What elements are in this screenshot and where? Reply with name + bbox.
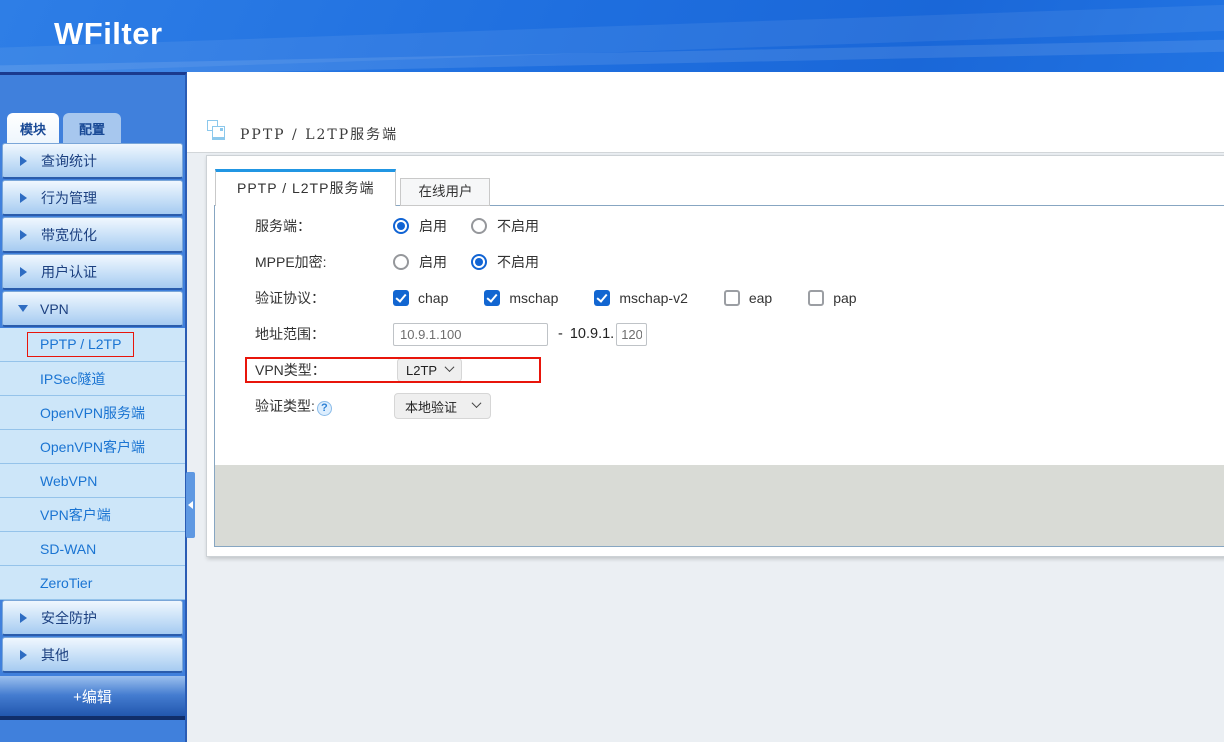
sidebar-menu: 查询统计 行为管理 带宽优化 用户认证 VPN PPTP / L2TP IPSe — [0, 143, 185, 720]
sidebar-collapse-handle[interactable] — [186, 472, 195, 538]
sidebar-subitem-vpn-client[interactable]: VPN客户端 — [0, 498, 185, 532]
chevron-right-icon — [20, 156, 27, 166]
sidebar-item-label: VPN — [40, 301, 69, 317]
address-range-row: 地址范围： - 10.9.1. — [215, 316, 1224, 352]
sidebar-subitem-zerotier[interactable]: ZeroTier — [0, 566, 185, 600]
settings-box: 服务端： 启用 不启用 MPPE加密: — [214, 205, 1224, 547]
vpn-type-label: VPN类型： — [215, 360, 393, 380]
pages-icon — [207, 120, 226, 141]
tab-online-users[interactable]: 在线用户 — [400, 178, 490, 206]
sidebar-item-label: 查询统计 — [41, 151, 97, 171]
sidebar-item-label: 其他 — [41, 645, 69, 665]
vpn-type-value: L2TP — [406, 363, 437, 378]
chevron-down-icon — [472, 398, 482, 408]
chevron-right-icon — [20, 193, 27, 203]
sidebar-tab-strip: 模块 配置 — [0, 75, 185, 143]
chap-checkbox[interactable] — [393, 290, 409, 306]
address-prefix: 10.9.1. — [570, 326, 614, 342]
server-label: 服务端： — [215, 216, 393, 236]
chevron-right-icon — [20, 230, 27, 240]
app-header: WFilter — [0, 0, 1224, 72]
auth-type-select[interactable]: 本地验证 — [394, 393, 491, 419]
sidebar-subitem-ipsec[interactable]: IPSec隧道 — [0, 362, 185, 396]
selected-highlight-box: PPTP / L2TP — [27, 332, 134, 357]
auth-type-value: 本地验证 — [405, 397, 457, 416]
tab-strip: PPTP / L2TP服务端 在线用户 — [215, 169, 490, 206]
auth-protocol-row: 验证协议： chap mschap mschap-v2 — [215, 280, 1224, 316]
address-end-input[interactable] — [616, 323, 647, 346]
tab-pptp-l2tp-server[interactable]: PPTP / L2TP服务端 — [215, 169, 396, 206]
mschap-checkbox[interactable] — [484, 290, 500, 306]
mschap-v2-checkbox[interactable] — [594, 290, 610, 306]
mschap-v2-label: mschap-v2 — [619, 290, 687, 306]
sidebar-subitem-webvpn[interactable]: WebVPN — [0, 464, 185, 498]
edit-menu-button[interactable]: +编辑 — [0, 676, 185, 720]
auth-protocol-label: 验证协议： — [215, 288, 393, 308]
chevron-right-icon — [20, 267, 27, 277]
pap-checkbox[interactable] — [808, 290, 824, 306]
sidebar-tab-config[interactable]: 配置 — [63, 113, 121, 143]
sidebar-item-bandwidth[interactable]: 带宽优化 — [2, 217, 183, 253]
mppe-enable-label: 启用 — [419, 252, 447, 272]
sidebar-item-label: 用户认证 — [41, 262, 97, 282]
help-icon[interactable]: ? — [317, 401, 332, 416]
sidebar-item-security[interactable]: 安全防护 — [2, 600, 183, 636]
server-row: 服务端： 启用 不启用 — [215, 208, 1224, 244]
chap-label: chap — [418, 290, 448, 306]
sidebar: 模块 配置 查询统计 行为管理 带宽优化 用户认证 VPN — [0, 72, 187, 742]
mschap-label: mschap — [509, 290, 558, 306]
content-panel: PPTP / L2TP服务端 在线用户 服务端： 启用 不启用 — [206, 155, 1224, 557]
mppe-disable-radio[interactable] — [471, 254, 487, 270]
sidebar-item-query-stats[interactable]: 查询统计 — [2, 143, 183, 179]
server-disable-label: 不启用 — [497, 216, 539, 236]
sidebar-item-label: 行为管理 — [41, 188, 97, 208]
settings-form: 服务端： 启用 不启用 MPPE加密: — [215, 208, 1224, 424]
vpn-type-select[interactable]: L2TP — [397, 358, 462, 382]
mppe-disable-label: 不启用 — [497, 252, 539, 272]
sidebar-subitem-openvpn-client[interactable]: OpenVPN客户端 — [0, 430, 185, 464]
sidebar-item-label: 安全防护 — [41, 608, 97, 628]
sidebar-item-label: 带宽优化 — [41, 225, 97, 245]
sidebar-item-behavior[interactable]: 行为管理 — [2, 180, 183, 216]
sidebar-subitem-sdwan[interactable]: SD-WAN — [0, 532, 185, 566]
app-root: WFilter 模块 配置 查询统计 行为管理 带宽优化 用户认证 — [0, 0, 1224, 742]
eap-label: eap — [749, 290, 772, 306]
sidebar-tab-modules[interactable]: 模块 — [7, 113, 59, 143]
eap-checkbox[interactable] — [724, 290, 740, 306]
chevron-down-icon — [18, 305, 28, 312]
chevron-down-icon — [445, 362, 455, 372]
app-logo: WFilter — [54, 16, 163, 52]
server-enable-label: 启用 — [419, 216, 447, 236]
address-start-input[interactable] — [393, 323, 548, 346]
auth-type-label: 验证类型:? — [215, 396, 393, 416]
sidebar-item-vpn[interactable]: VPN — [2, 291, 183, 327]
sidebar-item-user-auth[interactable]: 用户认证 — [2, 254, 183, 290]
sidebar-subitem-pptp-l2tp[interactable]: PPTP / L2TP — [0, 328, 185, 362]
auth-type-row: 验证类型:? 本地验证 — [215, 388, 1224, 424]
sidebar-item-other[interactable]: 其他 — [2, 637, 183, 673]
pap-label: pap — [833, 290, 856, 306]
server-enable-radio[interactable] — [393, 218, 409, 234]
breadcrumb-bar: PPTP / L2TP服务端 — [187, 72, 1224, 153]
breadcrumb: PPTP / L2TP服务端 — [240, 124, 398, 144]
chevron-right-icon — [20, 613, 27, 623]
range-dash: - — [558, 326, 563, 342]
chevron-left-icon — [188, 501, 193, 509]
sidebar-subitem-openvpn-server[interactable]: OpenVPN服务端 — [0, 396, 185, 430]
server-disable-radio[interactable] — [471, 218, 487, 234]
mppe-label: MPPE加密: — [215, 252, 393, 272]
chevron-right-icon — [20, 650, 27, 660]
vpn-type-row: VPN类型： L2TP — [215, 352, 1224, 388]
auth-type-label-text: 验证类型: — [255, 398, 315, 414]
address-range-label: 地址范围： — [215, 324, 393, 344]
panel-footer-area — [215, 465, 1224, 546]
mppe-enable-radio[interactable] — [393, 254, 409, 270]
mppe-row: MPPE加密: 启用 不启用 — [215, 244, 1224, 280]
